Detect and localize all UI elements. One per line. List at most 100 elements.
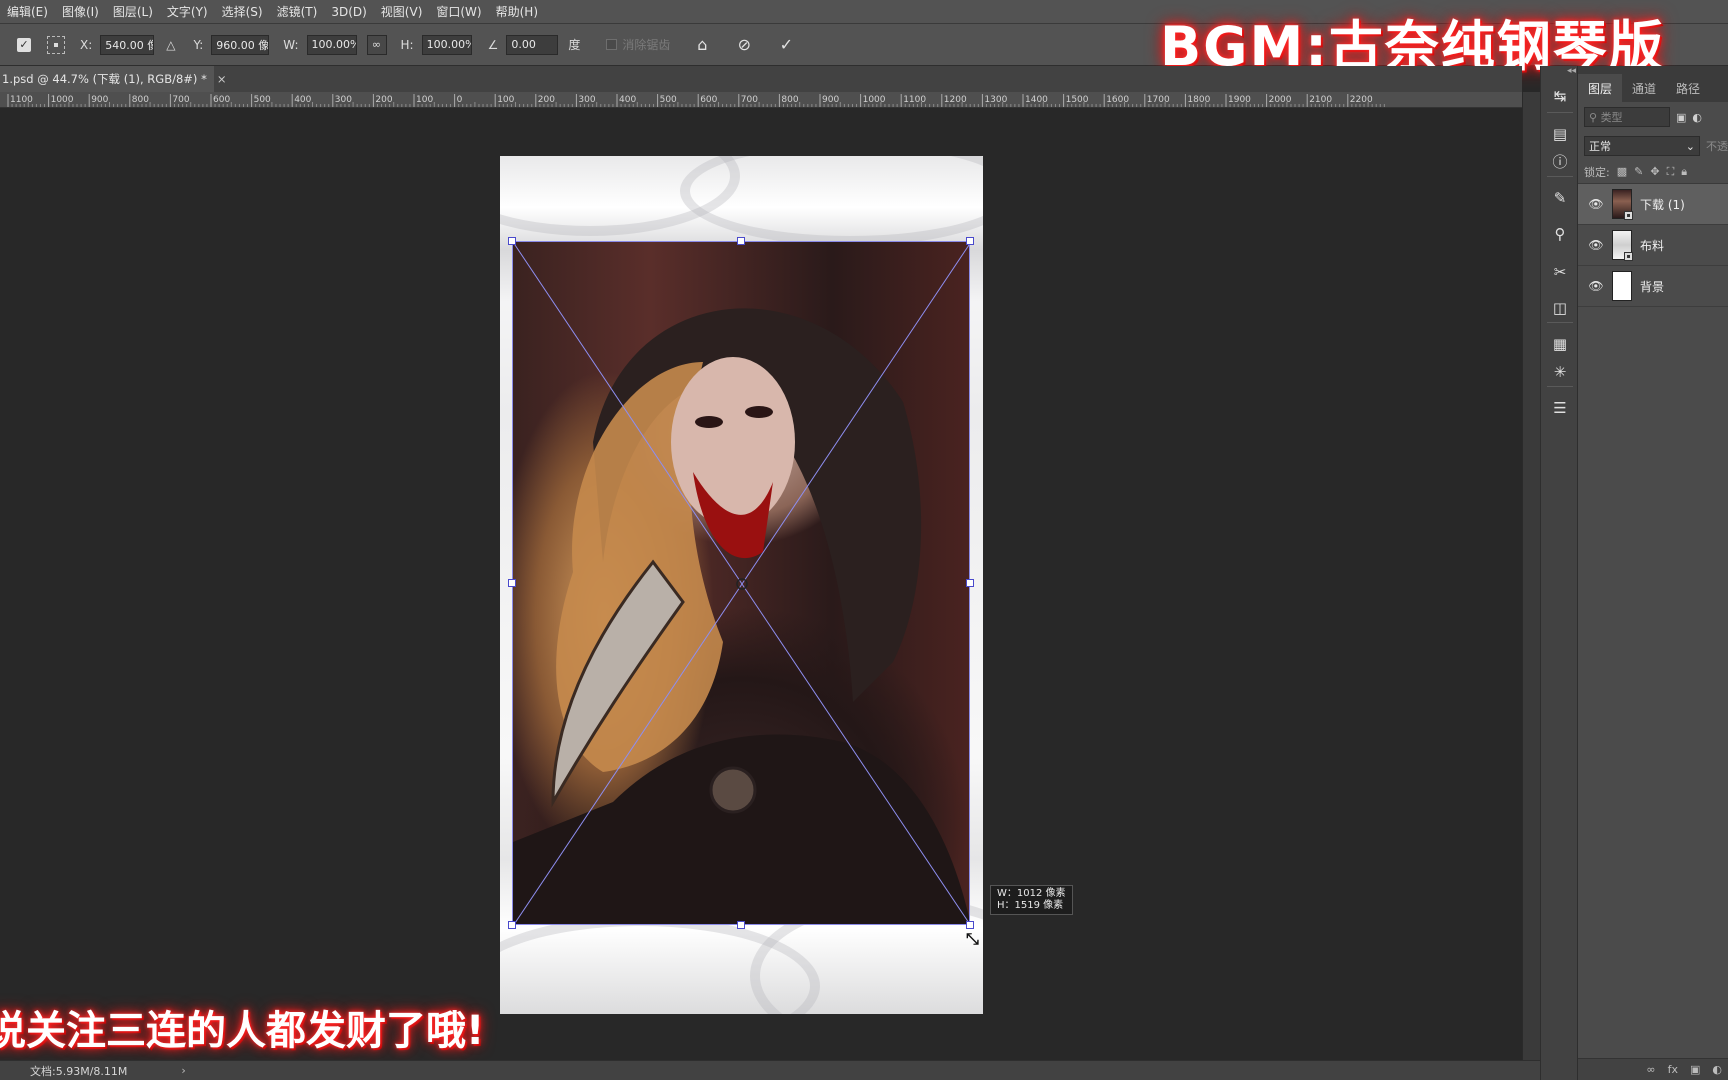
visibility-eye-icon[interactable]: 👁︎ bbox=[1588, 197, 1604, 211]
height-input[interactable]: 100.00% bbox=[421, 34, 472, 55]
ruler-ticks: 1100 1000 900 800 700 600 500 400 300 200 100 0 100 2… bbox=[7, 94, 1385, 107]
resize-cursor-icon: ⤡ bbox=[966, 929, 979, 948]
layer-row[interactable]: 👁︎ 背景 bbox=[1578, 266, 1728, 307]
ruler-label: 600 bbox=[700, 95, 717, 105]
x-input[interactable]: 540.00 像素 bbox=[100, 34, 155, 55]
ruler-label: 100 bbox=[497, 95, 514, 105]
photo-illustration bbox=[513, 242, 969, 924]
warp-icon[interactable]: ⌂ bbox=[692, 35, 712, 54]
ruler-label: 700 bbox=[172, 95, 189, 105]
collapse-arrows-icon[interactable]: ◂◂ bbox=[1567, 66, 1576, 76]
menu-item[interactable]: 图像(I) bbox=[55, 3, 106, 20]
layer-thumbnail: ▪ bbox=[1612, 189, 1633, 220]
lock-all-icon[interactable]: 🔒︎ bbox=[1681, 165, 1687, 179]
link-layers-icon[interactable]: ∞ bbox=[1646, 1063, 1655, 1076]
info-icon[interactable]: ⓘ bbox=[1550, 152, 1570, 172]
ruler-label: 1900 bbox=[1228, 95, 1251, 105]
x-label: X: bbox=[80, 37, 93, 52]
ruler-label: 1400 bbox=[1025, 95, 1048, 105]
link-icon[interactable]: ∞ bbox=[366, 34, 387, 55]
subtitle-overlay-text: 说关注三连的人都发财了哦! bbox=[0, 1008, 485, 1054]
menu-item[interactable]: 视图(V) bbox=[374, 3, 430, 20]
ruler-label: 100 bbox=[416, 95, 433, 105]
ruler-label: 0 bbox=[457, 95, 463, 105]
lock-artboard-icon[interactable]: ⛶ bbox=[1667, 165, 1675, 179]
vertical-scrollbar[interactable] bbox=[1522, 92, 1540, 1060]
visibility-eye-icon[interactable]: 👁︎ bbox=[1588, 238, 1604, 252]
transform-handle-top-right[interactable] bbox=[966, 237, 974, 245]
transform-handle-top[interactable] bbox=[737, 237, 745, 245]
3d-icon[interactable]: ✳ bbox=[1550, 362, 1570, 382]
delta-icon[interactable]: △ bbox=[166, 38, 175, 52]
blend-mode-select[interactable]: 正常 ⌄ bbox=[1584, 136, 1700, 156]
menu-item[interactable]: 滤镜(T) bbox=[270, 3, 325, 20]
filter-adjustment-icon[interactable]: ◐ bbox=[1692, 111, 1702, 124]
layers-panel: 图层 通道 路径 ⚲ 类型 ▣ ◐ 正常 ⌄ 不透 锁定: ▩ ✎ ✥ ⛶ 🔒︎ … bbox=[1578, 66, 1728, 1080]
document-tab[interactable]: 1.psd @ 44.7% (下载 (1), RGB/8#) * × bbox=[0, 66, 226, 92]
y-input[interactable]: 960.00 像素 bbox=[211, 34, 270, 55]
transform-handle-bottom-right[interactable] bbox=[966, 921, 974, 929]
ruler-label: 800 bbox=[781, 95, 798, 105]
blend-row: 正常 ⌄ 不透 bbox=[1578, 132, 1728, 160]
angle-input[interactable]: 0.00 bbox=[506, 34, 559, 55]
brush-settings-icon[interactable]: ✎ bbox=[1550, 188, 1570, 208]
visibility-eye-icon[interactable]: 👁︎ bbox=[1588, 279, 1604, 293]
menu-item[interactable]: 图层(L) bbox=[106, 3, 160, 20]
ruler-label: 800 bbox=[132, 95, 149, 105]
ruler-label: 1300 bbox=[984, 95, 1007, 105]
properties-icon[interactable]: ▤ bbox=[1550, 124, 1570, 144]
menu-item[interactable]: 帮助(H) bbox=[489, 3, 545, 20]
status-menu-arrow-icon[interactable]: › bbox=[181, 1064, 185, 1077]
tab-paths[interactable]: 路径 bbox=[1666, 74, 1710, 102]
layer-style-icon[interactable]: fx bbox=[1668, 1063, 1678, 1076]
antialias-option[interactable]: 消除锯齿 bbox=[606, 36, 670, 53]
lock-position-icon[interactable]: ✥ bbox=[1650, 165, 1659, 178]
transform-handle-bottom-left[interactable] bbox=[508, 921, 516, 929]
transform-handle-bottom[interactable] bbox=[737, 921, 745, 929]
history-icon[interactable]: ↹ bbox=[1550, 86, 1570, 106]
lock-transparency-icon[interactable]: ▩ bbox=[1617, 165, 1627, 178]
filter-pixel-icon[interactable]: ▣ bbox=[1676, 111, 1686, 124]
tooltip-height: H：1519 像素 bbox=[997, 900, 1064, 911]
grid-icon[interactable]: ▦ bbox=[1550, 334, 1570, 354]
face-shape bbox=[671, 357, 795, 527]
adjustments-icon[interactable]: ☰ bbox=[1550, 398, 1570, 418]
tool-presets-icon[interactable]: ✂ bbox=[1550, 262, 1570, 282]
menu-item[interactable]: 窗口(W) bbox=[429, 3, 488, 20]
menu-item[interactable]: 编辑(E) bbox=[0, 3, 55, 20]
layer-comps-icon[interactable]: ◫ bbox=[1550, 298, 1570, 318]
canvas-area[interactable] bbox=[0, 108, 1522, 1060]
layer-filter-input[interactable]: ⚲ 类型 bbox=[1584, 107, 1670, 127]
ruler-label: 200 bbox=[538, 95, 555, 105]
clone-source-icon[interactable]: ⚲ bbox=[1550, 224, 1570, 244]
layer-name: 背景 bbox=[1640, 279, 1665, 294]
transform-size-tooltip: W：1012 像素 H：1519 像素 bbox=[990, 885, 1073, 915]
cancel-transform-icon[interactable]: ⊘ bbox=[734, 35, 754, 54]
document-tab-title: 1.psd @ 44.7% (下载 (1), RGB/8#) * bbox=[2, 72, 207, 86]
antialias-checkbox[interactable] bbox=[606, 39, 618, 50]
menu-item[interactable]: 选择(S) bbox=[215, 3, 270, 20]
tab-layers[interactable]: 图层 bbox=[1578, 74, 1623, 102]
close-tab-icon[interactable]: × bbox=[217, 72, 227, 86]
reference-point-toggle[interactable] bbox=[46, 35, 66, 55]
horizontal-ruler[interactable]: 1100 1000 900 800 700 600 500 400 300 200 100 0 100 2… bbox=[0, 92, 1522, 108]
smart-object-icon: ▪ bbox=[1624, 211, 1633, 220]
commit-transform-icon[interactable]: ✓ bbox=[776, 35, 796, 54]
menu-item[interactable]: 3D(D) bbox=[324, 5, 373, 19]
tab-channels[interactable]: 通道 bbox=[1622, 74, 1666, 102]
transform-handle-top-left[interactable] bbox=[508, 237, 516, 245]
ruler-label: 1200 bbox=[944, 95, 967, 105]
width-input[interactable]: 100.00% bbox=[306, 34, 357, 55]
lock-pixels-icon[interactable]: ✎ bbox=[1634, 165, 1643, 178]
commit-checkbox[interactable]: ✓ bbox=[14, 35, 34, 55]
add-mask-icon[interactable]: ▣ bbox=[1690, 1063, 1700, 1076]
transform-handle-left[interactable] bbox=[508, 579, 516, 587]
layer-row[interactable]: 👁︎ ▪ 下载 (1) bbox=[1578, 184, 1728, 225]
transform-handle-right[interactable] bbox=[966, 579, 974, 587]
placed-photo[interactable] bbox=[512, 241, 970, 925]
layer-row[interactable]: 👁︎ ▪ 布料 bbox=[1578, 225, 1728, 266]
ruler-label: 2000 bbox=[1269, 95, 1292, 105]
strip-divider bbox=[1547, 176, 1573, 177]
new-adjustment-icon[interactable]: ◐ bbox=[1712, 1063, 1722, 1076]
menu-item[interactable]: 文字(Y) bbox=[160, 3, 215, 20]
